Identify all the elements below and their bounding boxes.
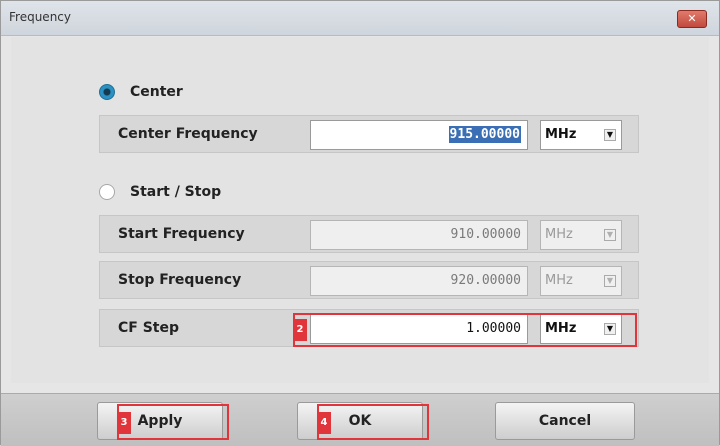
center-radio-button[interactable] — [99, 84, 115, 100]
stop-frequency-unit: MHz — [545, 273, 573, 288]
cf-step-label: CF Step — [118, 320, 180, 336]
center-radio-option[interactable]: Center — [99, 81, 183, 103]
cf-step-highlight — [293, 313, 637, 347]
stop-frequency-label: Stop Frequency — [118, 272, 242, 288]
center-frequency-unit-select[interactable]: MHz ▼ — [540, 120, 622, 150]
stop-frequency-unit-select[interactable]: MHz ▼ — [540, 266, 622, 296]
apply-highlight — [117, 404, 229, 440]
button-bar: Apply OK Cancel 3 4 — [1, 393, 719, 446]
start-frequency-unit: MHz — [545, 227, 573, 242]
ok-highlight — [317, 404, 429, 440]
chevron-down-icon[interactable]: ▼ — [604, 275, 616, 287]
startstop-radio-label: Start / Stop — [130, 184, 222, 200]
start-frequency-unit-select[interactable]: MHz ▼ — [540, 220, 622, 250]
step-marker-4: 4 — [317, 412, 331, 434]
center-frequency-input[interactable]: 915.00000 — [310, 120, 528, 150]
window-title: Frequency — [9, 10, 71, 24]
cancel-button[interactable]: Cancel — [495, 402, 635, 440]
frequency-dialog: Frequency ✕ Center Center Frequency 915.… — [0, 0, 720, 446]
step-marker-3: 3 — [117, 412, 131, 434]
center-frequency-value: 915.00000 — [448, 126, 521, 143]
center-frequency-label: Center Frequency — [118, 126, 258, 142]
stop-frequency-row: Stop Frequency 920.00000 MHz ▼ — [99, 261, 639, 299]
center-frequency-unit: MHz — [545, 127, 577, 142]
center-radio-label: Center — [130, 84, 183, 100]
start-frequency-label: Start Frequency — [118, 226, 245, 242]
step-marker-2: 2 — [293, 319, 307, 341]
cancel-button-label: Cancel — [538, 413, 592, 429]
dialog-body: Center Center Frequency 915.00000 MHz ▼ … — [11, 37, 709, 383]
start-frequency-row: Start Frequency 910.00000 MHz ▼ — [99, 215, 639, 253]
chevron-down-icon[interactable]: ▼ — [604, 129, 616, 141]
start-frequency-input[interactable]: 910.00000 — [310, 220, 528, 250]
chevron-down-icon[interactable]: ▼ — [604, 229, 616, 241]
stop-frequency-input[interactable]: 920.00000 — [310, 266, 528, 296]
startstop-radio-option[interactable]: Start / Stop — [99, 181, 221, 203]
startstop-radio-button[interactable] — [99, 184, 115, 200]
close-button[interactable]: ✕ — [677, 10, 707, 28]
title-bar: Frequency ✕ — [1, 1, 719, 36]
close-icon: ✕ — [687, 12, 697, 25]
center-frequency-row: Center Frequency 915.00000 MHz ▼ — [99, 115, 639, 153]
